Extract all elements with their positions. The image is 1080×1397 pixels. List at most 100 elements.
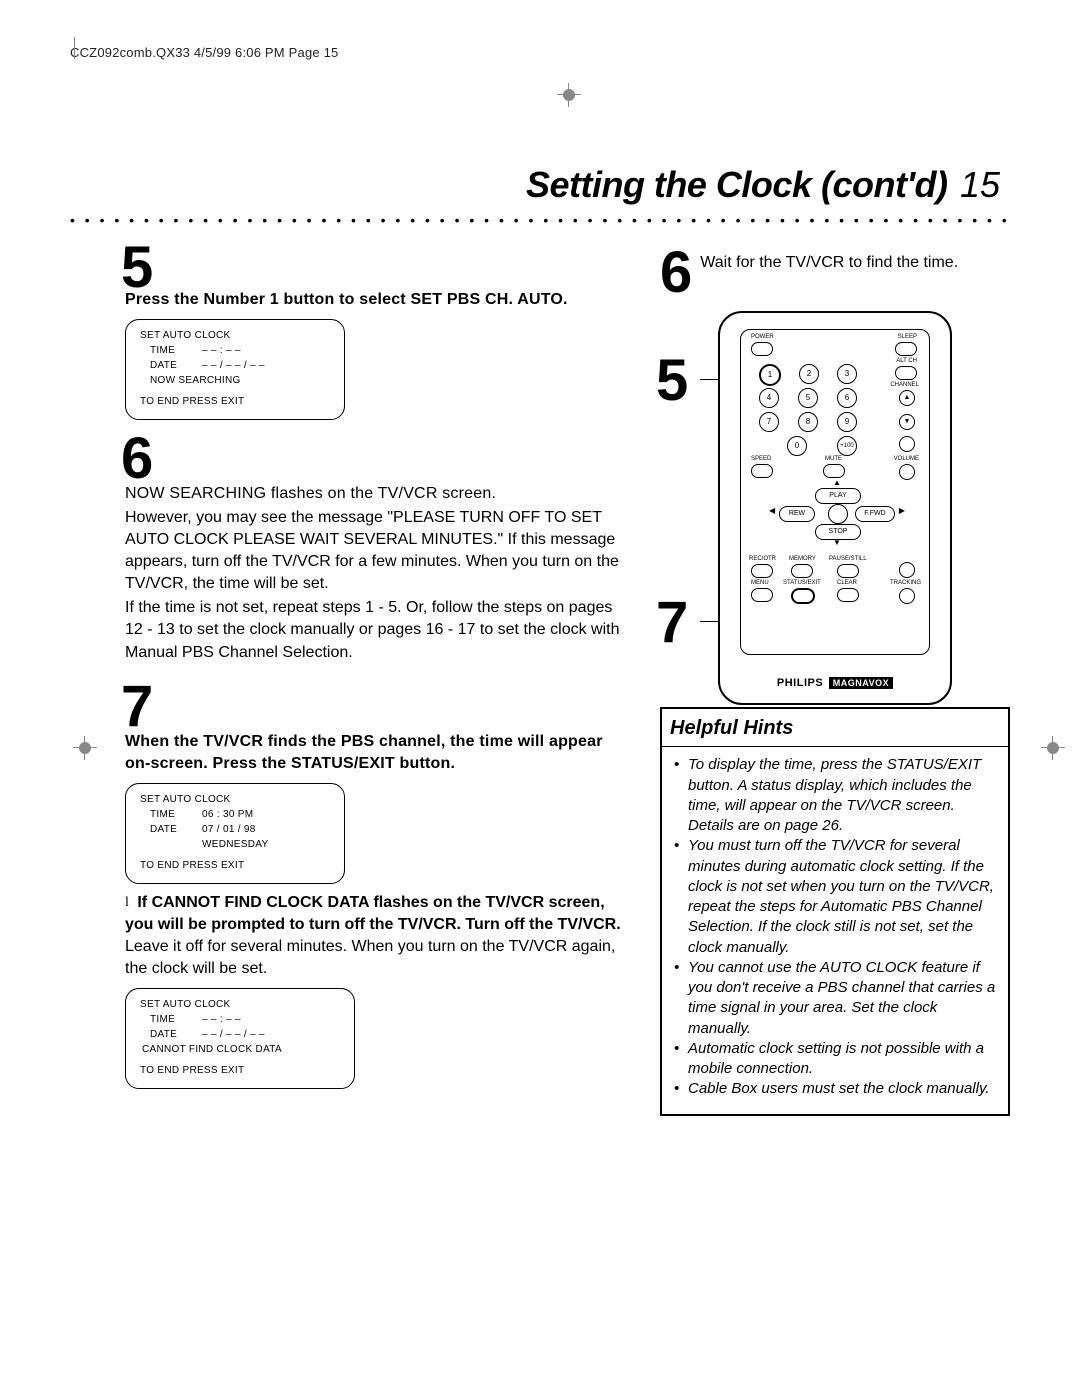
btn-rew: REW: [779, 506, 815, 522]
hint-item: •To display the time, press the STATUS/E…: [674, 755, 996, 836]
right-column: 6 Wait for the TV/VCR to find the time. …: [660, 248, 1010, 1116]
step-7-text: When the TV/VCR finds the PBS channel, t…: [125, 731, 630, 775]
btn-o: [899, 436, 915, 452]
osd-1-time-label: TIME: [150, 343, 202, 358]
hint-text: You cannot use the AUTO CLOCK feature if…: [688, 958, 996, 1039]
step-7-number: 7: [121, 682, 630, 731]
step-6-line1: NOW SEARCHING flashes on the TV/VCR scre…: [125, 483, 630, 505]
osd-1-status: NOW SEARCHING: [150, 373, 330, 388]
crop-mark-bl: [70, 60, 80, 70]
osd-3-title: SET AUTO CLOCK: [140, 997, 340, 1012]
step-7-note-rest: Leave it off for several minutes. When y…: [125, 938, 615, 977]
osd-3-time-label: TIME: [150, 1012, 202, 1027]
crop-mark-top: [554, 80, 584, 110]
hint-text: Cable Box users must set the clock manua…: [688, 1079, 990, 1099]
hints-title: Helpful Hints: [662, 709, 1008, 747]
osd-3: SET AUTO CLOCK TIME– – : – – DATE– – / –…: [125, 988, 355, 1089]
page-number: 15: [960, 164, 1000, 205]
btn-num-9: 9: [837, 412, 857, 432]
left-column: 5 Press the Number 1 button to select SE…: [125, 248, 630, 1116]
crop-mark-left: [70, 733, 100, 763]
btn-memory: [791, 564, 813, 578]
label-menu: MENU: [751, 580, 769, 586]
osd-2-time-label: TIME: [150, 807, 202, 822]
brand-magnavox: MAGNAVOX: [829, 677, 893, 689]
btn-num-5: 5: [798, 388, 818, 408]
label-altch: ALT CH: [896, 358, 917, 364]
label-statusexit: STATUS/EXIT: [783, 580, 821, 586]
osd-1-footer: TO END PRESS EXIT: [140, 394, 330, 409]
hint-item: •You cannot use the AUTO CLOCK feature i…: [674, 958, 996, 1039]
btn-num-2: 2: [799, 364, 819, 384]
hint-item: •Cable Box users must set the clock manu…: [674, 1079, 996, 1099]
osd-1-date-label: DATE: [150, 358, 202, 373]
osd-2-date-val: 07 / 01 / 98: [202, 822, 256, 837]
osd-2-title: SET AUTO CLOCK: [140, 792, 330, 807]
btn-sleep: [895, 342, 917, 356]
label-clear: CLEAR: [837, 580, 857, 586]
hint-item: •You must turn off the TV/VCR for severa…: [674, 836, 996, 958]
hint-item: •Automatic clock setting is not possible…: [674, 1039, 996, 1080]
btn-ch-up: ▲: [899, 390, 915, 406]
label-pausestill: PAUSE/STILL: [829, 556, 867, 562]
osd-2-footer: TO END PRESS EXIT: [140, 858, 330, 873]
label-speed: SPEED: [751, 456, 771, 462]
btn-pausestill: [837, 564, 859, 578]
btn-mute: [823, 464, 845, 478]
label-recotr: REC/OTR: [749, 556, 776, 562]
dotted-rule: • • • • • • • • • • • • • • • • • • • • …: [70, 212, 1010, 228]
bullet-icon: l: [125, 893, 129, 912]
brand-philips: PHILIPS: [777, 677, 823, 689]
arrow-left-icon: ◀: [769, 506, 775, 515]
btn-num-3: 3: [837, 364, 857, 384]
btn-num-0: 0: [787, 436, 807, 456]
osd-2: SET AUTO CLOCK TIME06 : 30 PM DATE07 / 0…: [125, 783, 345, 884]
hint-text: Automatic clock setting is not possible …: [688, 1039, 996, 1080]
remote-brand: PHILIPS MAGNAVOX: [720, 677, 950, 689]
btn-num-8: 8: [798, 412, 818, 432]
step-6-body2: If the time is not set, repeat steps 1 -…: [125, 597, 630, 663]
osd-1-date-val: – – / – – / – –: [202, 358, 265, 373]
step-6-body1: However, you may see the message "PLEASE…: [125, 507, 630, 595]
osd-2-time-val: 06 : 30 PM: [202, 807, 253, 822]
osd-2-day: WEDNESDAY: [202, 837, 268, 852]
btn-power: [751, 342, 773, 356]
play-grid: ▲ PLAY ◀ REW F.FWD ▶ STOP ▼: [771, 482, 901, 552]
btn-menu: [751, 588, 773, 602]
callout-7: 7: [656, 589, 688, 656]
hint-text: To display the time, press the STATUS/EX…: [688, 755, 996, 836]
label-mute: MUTE: [825, 456, 842, 462]
label-memory: MEMORY: [789, 556, 816, 562]
crop-mark-right: [1038, 733, 1068, 763]
btn-vol: [899, 464, 915, 480]
arrow-right-icon: ▶: [899, 506, 905, 515]
btn-recotr: [751, 564, 773, 578]
page-title: Setting the Clock (cont'd): [526, 164, 948, 205]
btn-plus100: +100: [837, 436, 857, 456]
btn-statusexit: [791, 588, 815, 604]
btn-extra1: [899, 562, 915, 578]
btn-num-6: 6: [837, 388, 857, 408]
page-title-block: Setting the Clock (cont'd) 15: [70, 164, 1010, 206]
hint-text: You must turn off the TV/VCR for several…: [688, 836, 996, 958]
osd-3-date-label: DATE: [150, 1027, 202, 1042]
right-step-6-text: Wait for the TV/VCR to find the time.: [700, 252, 958, 274]
arrow-down-icon: ▼: [833, 538, 841, 547]
osd-1: SET AUTO CLOCK TIME– – : – – DATE– – / –…: [125, 319, 345, 420]
btn-altch: [895, 366, 917, 380]
osd-3-time-val: – – : – –: [202, 1012, 241, 1027]
label-volume: VOLUME: [894, 456, 919, 462]
btn-ch-down: ▼: [899, 414, 915, 430]
step-5-text: Press the Number 1 button to select SET …: [125, 289, 630, 311]
btn-speed: [751, 464, 773, 478]
step-7-note-bold: If CANNOT FIND CLOCK DATA flashes on the…: [125, 894, 621, 933]
helpful-hints-box: Helpful Hints •To display the time, pres…: [660, 707, 1010, 1115]
label-sleep: SLEEP: [898, 334, 917, 340]
osd-2-date-label: DATE: [150, 822, 202, 837]
callout-5: 5: [656, 347, 688, 414]
btn-ffwd: F.FWD: [855, 506, 895, 522]
btn-center: [828, 504, 848, 524]
label-channel: CHANNEL: [890, 382, 919, 388]
label-power: POWER: [751, 334, 774, 340]
osd-3-footer: TO END PRESS EXIT: [140, 1063, 340, 1078]
